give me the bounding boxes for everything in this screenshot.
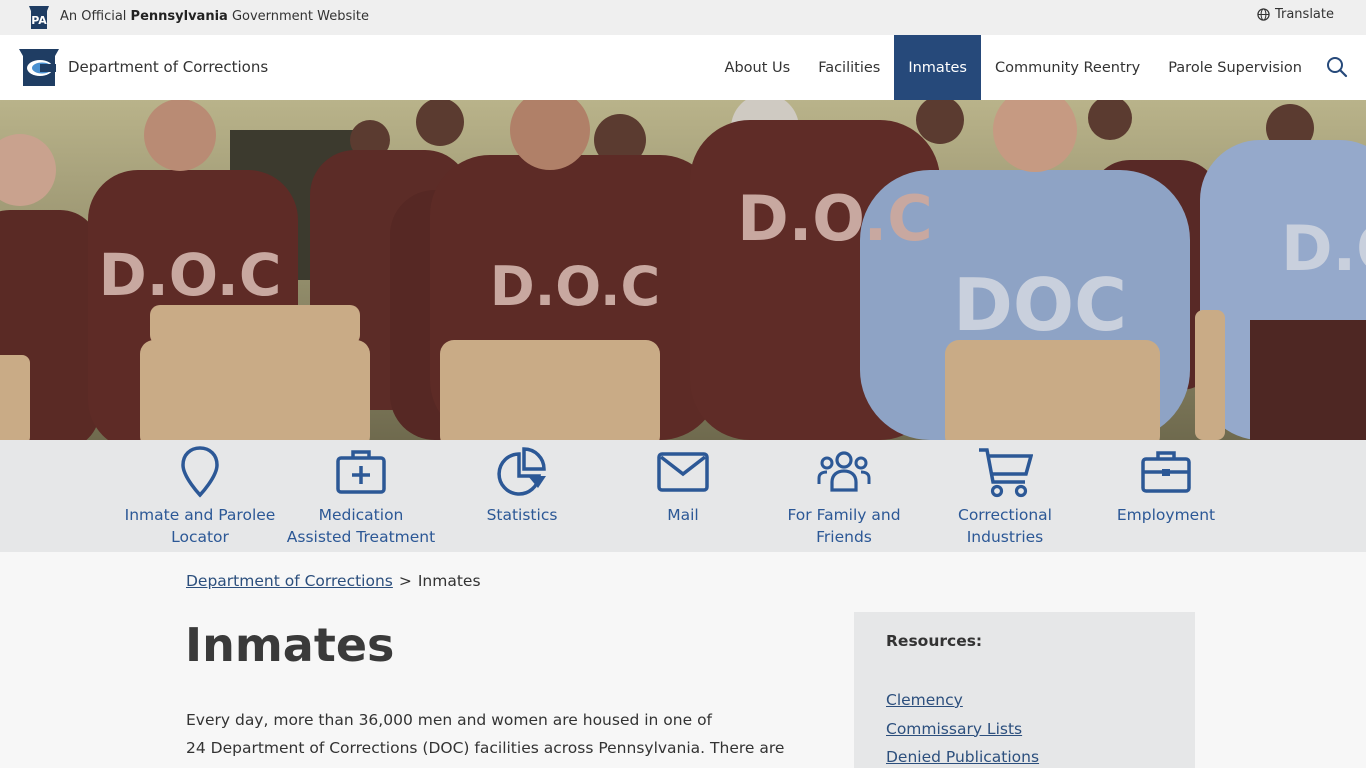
quicklink-label: Industries (966, 528, 1044, 546)
department-name[interactable]: Department of Corrections (68, 58, 268, 76)
svg-text:PA: PA (31, 14, 47, 27)
quicklink-family-friends[interactable]: For Family and Friends (763, 444, 925, 548)
resources-panel: Resources: Clemency Commissary Lists Den… (854, 612, 1195, 768)
search-icon[interactable] (1326, 56, 1348, 78)
translate-label: Translate (1274, 7, 1334, 22)
quicklink-inmate-locator[interactable]: Inmate and Parolee Locator (119, 444, 281, 548)
site-header: Department of Corrections About Us Facil… (0, 35, 1366, 100)
quicklink-label: Mail (667, 506, 699, 524)
quicklink-correctional-industries[interactable]: Correctional Industries (924, 444, 1086, 548)
pa-keystone-icon: PA (29, 6, 49, 29)
resources-title: Resources: (886, 632, 983, 650)
page-title: Inmates (185, 618, 395, 672)
medical-kit-icon (336, 450, 386, 494)
shopping-cart-icon (979, 448, 1033, 498)
nav-community-reentry[interactable]: Community Reentry (981, 35, 1154, 100)
official-website-text: An Official Pennsylvania Government Webs… (60, 9, 369, 24)
intro-line: 24 Department of Corrections (DOC) facil… (186, 739, 785, 757)
translate-button[interactable]: Translate (1257, 7, 1334, 22)
briefcase-icon (1141, 451, 1191, 493)
main-nav: About Us Facilities Inmates Community Re… (711, 35, 1316, 100)
quicklink-medication-treatment[interactable]: Medication Assisted Treatment (280, 444, 442, 548)
nav-parole-supervision[interactable]: Parole Supervision (1154, 35, 1316, 100)
hero-image: D.O.C D.O.C D.O.C DOC D.O (0, 100, 1366, 440)
quick-links-bar: Inmate and Parolee Locator Medication As… (0, 440, 1366, 552)
breadcrumb-current: Inmates (417, 572, 481, 590)
nav-inmates[interactable]: Inmates (894, 35, 981, 100)
resource-link-commissary-lists[interactable]: Commissary Lists (886, 715, 1163, 744)
resource-link-denied-publications[interactable]: Denied Publications (886, 743, 1163, 768)
breadcrumb-home-link[interactable]: Department of Corrections (186, 572, 393, 590)
official-banner: PA An Official Pennsylvania Government W… (0, 0, 1366, 35)
quicklink-mail[interactable]: Mail (602, 444, 764, 526)
quicklink-label: Friends (816, 528, 872, 546)
envelope-icon (657, 452, 709, 492)
resource-link-clemency[interactable]: Clemency (886, 686, 1163, 715)
map-pin-icon (181, 446, 219, 498)
quicklink-statistics[interactable]: Statistics (441, 444, 603, 526)
svg-text:D.O.C: D.O.C (737, 182, 932, 255)
pie-chart-icon (497, 447, 546, 496)
people-icon (817, 451, 871, 492)
breadcrumb: Department of Corrections > Inmates (186, 572, 481, 590)
svg-text:D.O: D.O (1281, 212, 1366, 285)
quicklink-label: Locator (171, 528, 229, 546)
nav-facilities[interactable]: Facilities (804, 35, 894, 100)
quicklink-label: Employment (1116, 506, 1216, 524)
quicklink-label: Correctional (958, 506, 1052, 524)
keystone-logo[interactable] (18, 46, 60, 88)
globe-icon (1257, 8, 1270, 21)
quicklink-label: For Family and (787, 506, 901, 524)
intro-line: Every day, more than 36,000 men and wome… (186, 711, 713, 729)
quicklink-label: Assisted Treatment (286, 528, 436, 546)
quicklink-employment[interactable]: Employment (1085, 444, 1247, 526)
breadcrumb-separator: > (398, 572, 412, 590)
svg-text:D.O.C: D.O.C (99, 241, 282, 309)
quicklink-label: Medication (318, 506, 404, 524)
quicklink-label: Statistics (486, 506, 558, 524)
svg-text:D.O.C: D.O.C (490, 255, 660, 318)
intro-paragraph: Every day, more than 36,000 men and wome… (186, 706, 806, 762)
quicklink-label: Inmate and Parolee (124, 506, 276, 524)
svg-text:DOC: DOC (953, 263, 1127, 347)
nav-about-us[interactable]: About Us (711, 35, 805, 100)
